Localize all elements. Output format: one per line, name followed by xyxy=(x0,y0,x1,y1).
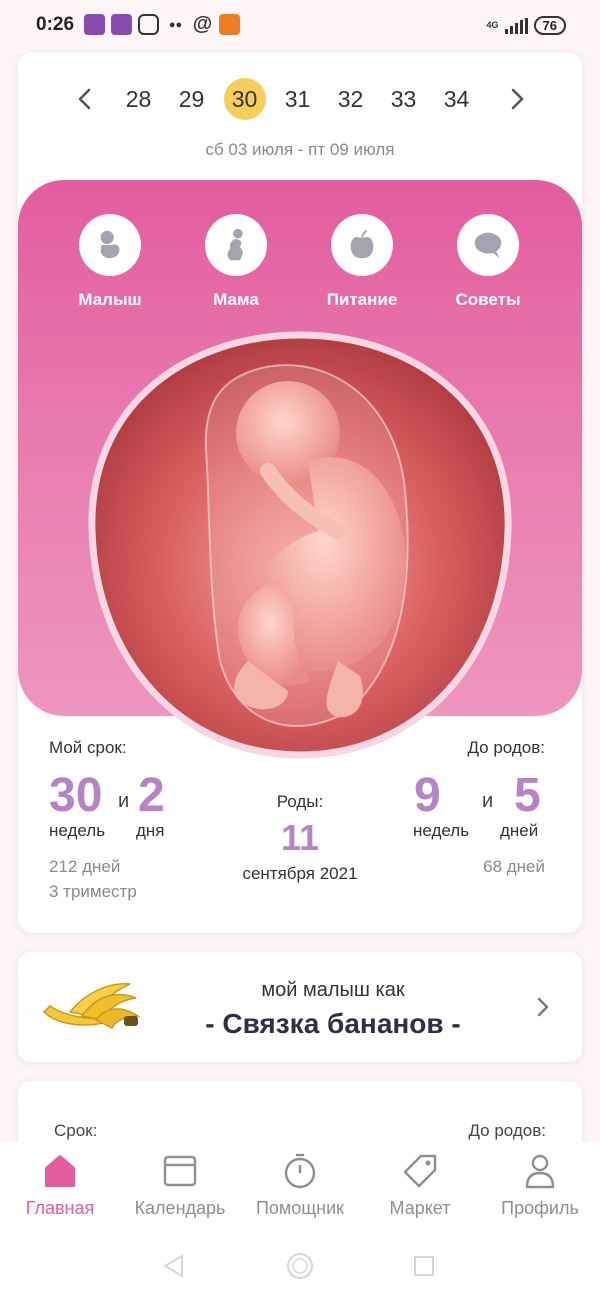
week-item[interactable]: 28 xyxy=(112,76,165,122)
nav-assistant[interactable]: Помощник xyxy=(240,1152,360,1219)
banana-icon xyxy=(42,983,140,1030)
at-icon: @ xyxy=(192,13,213,35)
baby-icon xyxy=(100,230,120,259)
system-icons: 4G 76 xyxy=(487,16,566,35)
fruit-card-title: - Связка бананов - xyxy=(205,1008,461,1039)
calendar-icon xyxy=(163,1155,197,1187)
until-birth-days: 5 xyxy=(514,769,541,822)
my-term-and: и xyxy=(118,790,130,812)
birth-day: 11 xyxy=(280,817,320,858)
apple-icon xyxy=(350,229,374,259)
my-term-days: 2 xyxy=(138,769,165,822)
chevron-right-icon xyxy=(537,997,549,1017)
week-list: 28 29 30 31 32 33 34 xyxy=(112,76,483,122)
until-birth-total-days: 68 дней xyxy=(483,857,545,876)
week-date-range: сб 03 июля - пт 09 июля xyxy=(205,140,395,159)
status-time: 0:26 xyxy=(36,14,75,35)
fruit-card-subtitle: мой малыш как xyxy=(261,979,405,1001)
trimester-label: 3 триместр xyxy=(49,882,137,901)
system-navigation-bar xyxy=(163,1253,434,1279)
birth-month-year: сентября 2021 xyxy=(242,864,358,883)
nav-market[interactable]: Маркет xyxy=(360,1152,480,1219)
fruit-size-card[interactable]: мой малыш как - Связка бананов - xyxy=(18,952,582,1062)
home-icon xyxy=(45,1155,75,1187)
recents-icon xyxy=(414,1256,434,1276)
back-icon xyxy=(163,1254,183,1278)
until-birth-label: До родов: xyxy=(467,738,545,757)
week-navigator: 28 29 30 31 32 33 34 xyxy=(18,76,582,122)
fetus-illustration xyxy=(88,331,512,759)
until-birth-weeks: 9 xyxy=(414,769,441,822)
my-term-weeks-word: недель xyxy=(49,821,106,840)
mother-icon xyxy=(227,228,243,261)
home-button-icon xyxy=(287,1253,313,1279)
signal-icon xyxy=(504,17,528,34)
until-birth-weeks-word: недель xyxy=(413,821,470,840)
category-nutrition[interactable]: Питание xyxy=(300,214,424,310)
next-week-button[interactable] xyxy=(502,84,532,114)
week-item[interactable]: 32 xyxy=(324,76,377,122)
my-term-total-days: 212 дней xyxy=(49,857,121,876)
week-item[interactable]: 31 xyxy=(271,76,324,122)
network-label: 4G xyxy=(486,20,499,30)
week-item[interactable]: 29 xyxy=(165,76,218,122)
nav-home[interactable]: Главная xyxy=(0,1152,120,1219)
category-mother[interactable]: Мама xyxy=(174,214,298,310)
my-term-block: Мой срок: xyxy=(49,738,127,758)
status-bar: 0:26 ●● @ 4G 76 xyxy=(0,0,600,52)
until-birth-and: и xyxy=(482,790,494,812)
category-tips[interactable]: Советы xyxy=(426,214,550,310)
battery-icon: 76 xyxy=(533,16,566,35)
chevron-right-icon xyxy=(511,88,524,110)
week-item-active[interactable]: 30 xyxy=(218,76,271,122)
nav-profile[interactable]: Профиль xyxy=(480,1152,600,1219)
instagram-icon xyxy=(138,14,159,35)
until-birth-days-word: дней xyxy=(500,821,539,840)
tag-icon xyxy=(403,1154,437,1188)
purple-app-icon xyxy=(111,14,132,35)
person-icon xyxy=(525,1154,555,1189)
week-item[interactable]: 33 xyxy=(377,76,430,122)
week-item[interactable]: 34 xyxy=(430,76,483,122)
summary-term-label: Срок: xyxy=(54,1121,98,1140)
purple-app-icon xyxy=(84,14,105,35)
my-term-weeks: 30 xyxy=(49,769,103,822)
chevron-left-icon xyxy=(78,88,91,110)
chat-bubble-icon xyxy=(474,232,502,259)
category-baby[interactable]: Малыш xyxy=(48,214,172,310)
orange-app-icon xyxy=(219,14,240,35)
stopwatch-icon xyxy=(284,1153,316,1189)
prev-week-button[interactable] xyxy=(70,84,100,114)
my-term-label: Мой срок: xyxy=(49,738,127,757)
notification-icons: ●● @ xyxy=(84,13,240,35)
my-term-days-word: дня xyxy=(136,821,165,840)
summary-until-label: До родов: xyxy=(468,1121,546,1140)
pregnancy-card: 28 29 30 31 32 33 34 сб 03 июля - пт 09 … xyxy=(18,52,582,933)
people-icon: ●● xyxy=(168,18,183,31)
birth-label: Роды: xyxy=(276,792,324,811)
nav-calendar[interactable]: Календарь xyxy=(120,1152,240,1219)
